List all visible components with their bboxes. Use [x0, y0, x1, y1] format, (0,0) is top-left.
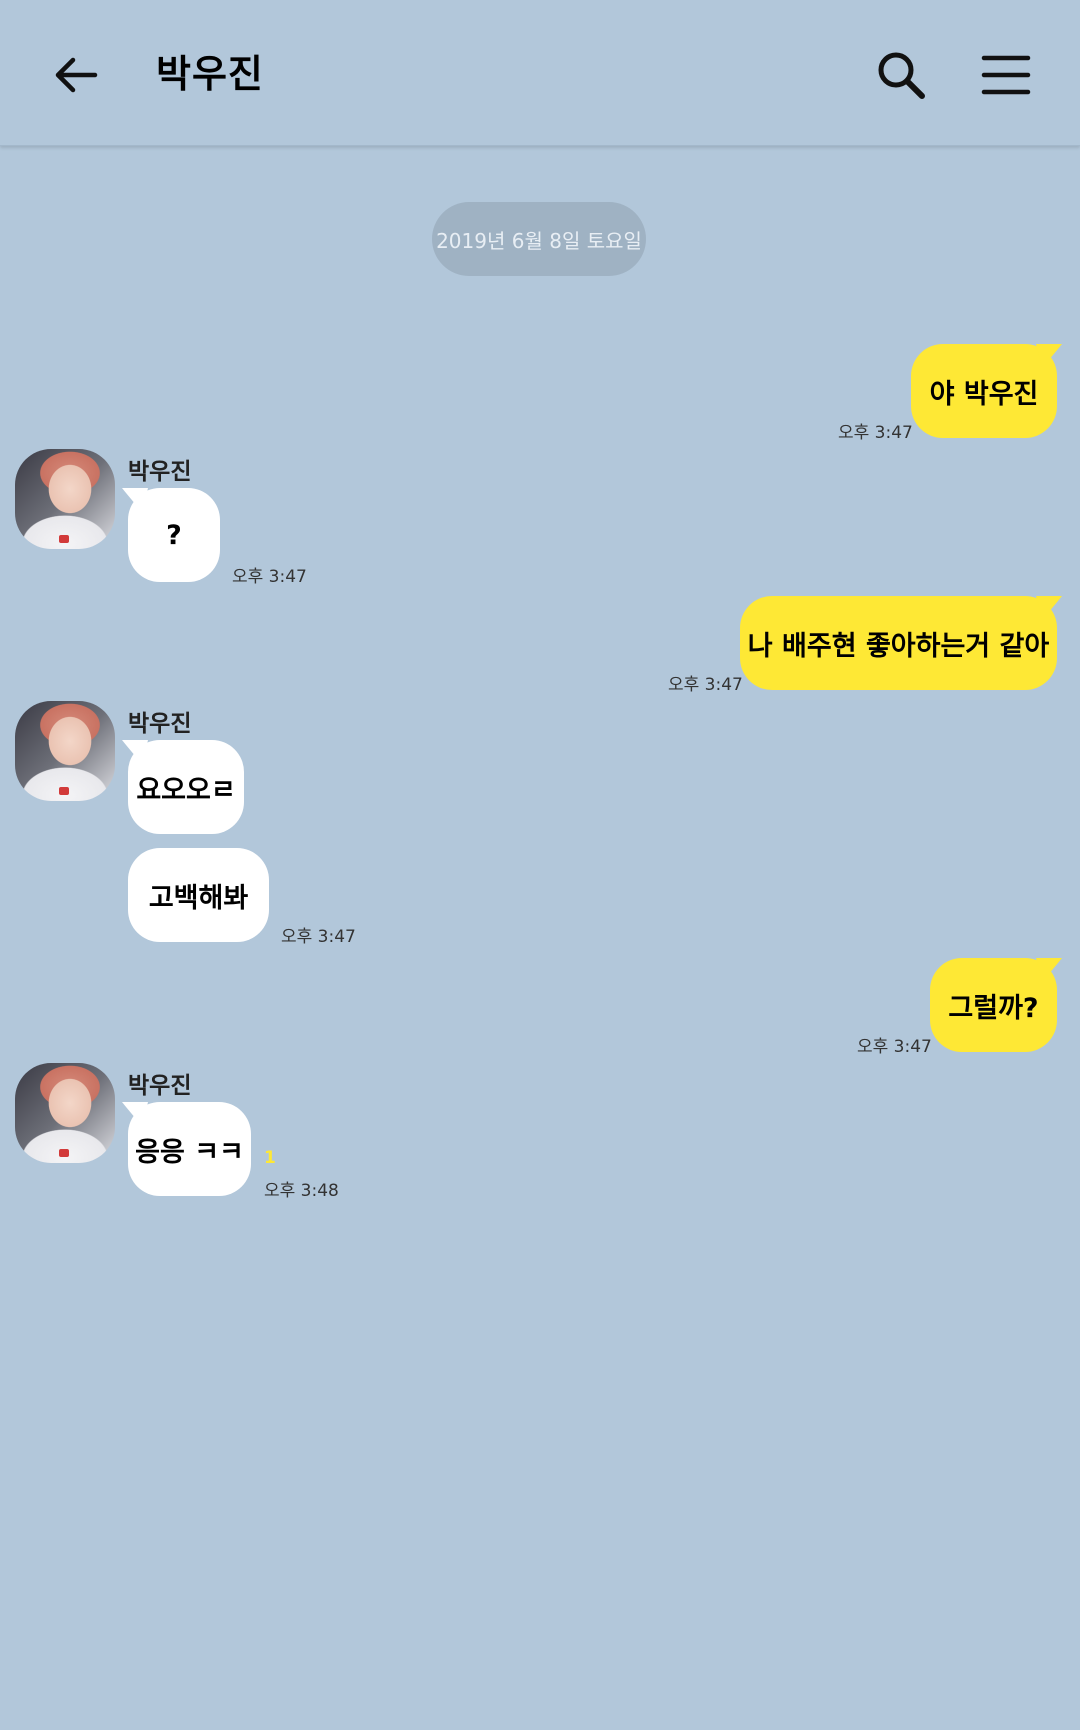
message-time: 오후 3:47	[857, 1037, 932, 1057]
sender-name: 박우진	[128, 459, 192, 485]
message-text: 그럴까?	[948, 992, 1039, 1024]
avatar[interactable]	[15, 701, 115, 801]
message-time: 오후 3:48	[264, 1181, 339, 1201]
avatar[interactable]	[15, 1063, 115, 1163]
message-text: 야 박우진	[929, 378, 1039, 410]
message-time: 오후 3:47	[838, 423, 913, 443]
avatar[interactable]	[15, 449, 115, 549]
menu-button[interactable]	[970, 40, 1042, 110]
message-time: 오후 3:47	[232, 567, 307, 587]
menu-icon	[981, 55, 1031, 95]
sender-name: 박우진	[128, 1073, 192, 1099]
message-bubble-mine[interactable]: 야 박우진	[911, 344, 1057, 438]
message-text: 요오오ㄹ	[136, 774, 236, 806]
search-icon	[878, 52, 925, 99]
unread-count: 1	[264, 1148, 276, 1168]
message-time: 오후 3:47	[668, 675, 743, 695]
message-bubble-theirs[interactable]: 응응 ㅋㅋ	[128, 1102, 251, 1196]
message-bubble-mine[interactable]: 나 배주현 좋아하는거 같아	[740, 596, 1057, 690]
message-bubble-theirs[interactable]: 요오오ㄹ	[128, 740, 244, 834]
message-text: 고백해봐	[148, 882, 249, 914]
message-text: 나 배주현 좋아하는거 같아	[747, 630, 1050, 662]
sender-name: 박우진	[128, 711, 192, 737]
chat-header: 박우진	[0, 0, 1080, 146]
back-button[interactable]	[40, 40, 110, 110]
message-text: ?	[166, 519, 182, 551]
date-divider: 2019년 6월 8일 토요일	[432, 202, 646, 276]
message-bubble-theirs[interactable]: 고백해봐	[128, 848, 269, 942]
message-bubble-theirs[interactable]: ?	[128, 488, 220, 582]
message-bubble-mine[interactable]: 그럴까?	[930, 958, 1057, 1052]
chat-title: 박우진	[156, 52, 264, 96]
message-text: 응응 ㅋㅋ	[135, 1136, 244, 1168]
message-time: 오후 3:47	[281, 927, 356, 947]
back-arrow-icon	[55, 57, 98, 93]
chat-screen: 박우진 2019년 6월 8일 토요일 야 박우진 오후 3:47 박우진 ? …	[0, 0, 1080, 1730]
search-button[interactable]	[866, 40, 936, 110]
